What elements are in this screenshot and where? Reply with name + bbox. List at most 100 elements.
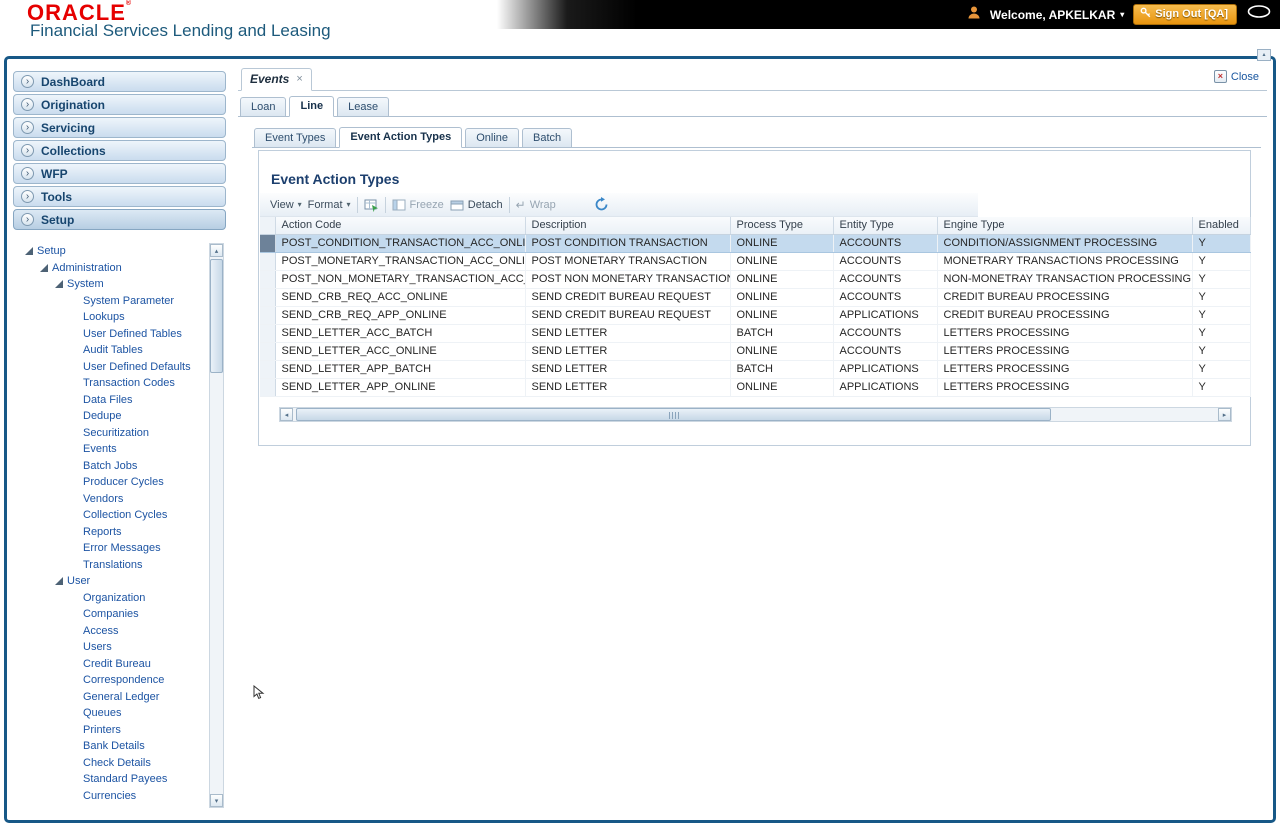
tree-item[interactable]: Error Messages bbox=[21, 540, 204, 557]
sidebar-menu-item[interactable]: › Tools bbox=[13, 186, 226, 207]
tree-item[interactable]: Transaction Codes bbox=[21, 375, 204, 392]
row-selector[interactable] bbox=[260, 306, 276, 325]
tree-item[interactable]: System Parameter bbox=[21, 293, 204, 310]
tree-item[interactable]: Access bbox=[21, 623, 204, 640]
table-row[interactable]: SEND_LETTER_APP_BATCH SEND LETTER BATCH … bbox=[260, 360, 1251, 379]
table-row[interactable]: POST_MONETARY_TRANSACTION_ACC_ONLINE POS… bbox=[260, 252, 1251, 271]
tree-item[interactable]: Data Files bbox=[21, 392, 204, 409]
tree-item[interactable]: Correspondence bbox=[21, 672, 204, 689]
tree-item[interactable]: Administration bbox=[21, 260, 204, 277]
row-selector[interactable] bbox=[260, 234, 276, 253]
sub-tab[interactable]: Online bbox=[465, 128, 519, 148]
tree-node-link[interactable]: Dedupe bbox=[83, 410, 122, 422]
tree-node-link[interactable]: User bbox=[67, 575, 90, 587]
tree-node-link[interactable]: General Ledger bbox=[83, 691, 159, 703]
tree-item[interactable]: General Ledger bbox=[21, 689, 204, 706]
tree-node-link[interactable]: Credit Bureau bbox=[83, 658, 151, 670]
table-row[interactable]: SEND_LETTER_ACC_BATCH SEND LETTER BATCH … bbox=[260, 324, 1251, 343]
expand-icon[interactable] bbox=[25, 247, 33, 256]
tree-item[interactable]: Companies bbox=[21, 606, 204, 623]
detach-button[interactable]: Detach bbox=[450, 198, 503, 212]
tree-node-link[interactable]: Vendors bbox=[83, 493, 123, 505]
tree-node-link[interactable]: Correspondence bbox=[83, 674, 164, 686]
tree-item[interactable]: Organization bbox=[21, 590, 204, 607]
sub-tab[interactable]: Event Action Types bbox=[339, 127, 463, 148]
scroll-down-icon[interactable]: ▾ bbox=[210, 794, 223, 807]
tree-item[interactable]: System bbox=[21, 276, 204, 293]
sidebar-menu-item[interactable]: › Setup bbox=[13, 209, 226, 230]
wrap-button[interactable]: ↵ Wrap bbox=[516, 198, 556, 212]
table-row[interactable]: POST_CONDITION_TRANSACTION_ACC_ONLINE PO… bbox=[260, 234, 1251, 253]
sidebar-menu-item[interactable]: › Collections bbox=[13, 140, 226, 161]
tree-node-link[interactable]: Access bbox=[83, 625, 118, 637]
table-row[interactable]: SEND_LETTER_ACC_ONLINE SEND LETTER ONLIN… bbox=[260, 342, 1251, 361]
scroll-up-icon[interactable]: ▴ bbox=[210, 244, 223, 257]
sidebar-scrollbar[interactable]: ▴ ▾ bbox=[209, 243, 224, 808]
table-horizontal-scrollbar[interactable]: ◂ ▸ bbox=[279, 407, 1232, 422]
tree-node-link[interactable]: Standard Payees bbox=[83, 773, 167, 785]
scrollbar-thumb[interactable] bbox=[296, 408, 1051, 421]
tree-item[interactable]: User Defined Tables bbox=[21, 326, 204, 343]
tree-item[interactable]: User Defined Defaults bbox=[21, 359, 204, 376]
tree-node-link[interactable]: Queues bbox=[83, 707, 122, 719]
tree-item[interactable]: Setup bbox=[21, 243, 204, 260]
tree-item[interactable]: Reports bbox=[21, 524, 204, 541]
expand-icon[interactable] bbox=[55, 280, 63, 289]
expand-icon[interactable] bbox=[40, 263, 48, 272]
tree-item[interactable]: Batch Jobs bbox=[21, 458, 204, 475]
tree-node-link[interactable]: Currencies bbox=[83, 790, 136, 802]
tree-node-link[interactable]: Companies bbox=[83, 608, 139, 620]
table-row[interactable]: SEND_CRB_REQ_APP_ONLINE SEND CREDIT BURE… bbox=[260, 306, 1251, 325]
tree-item[interactable]: Producer Cycles bbox=[21, 474, 204, 491]
tree-node-link[interactable]: Printers bbox=[83, 724, 121, 736]
sidebar-menu-item[interactable]: › DashBoard bbox=[13, 71, 226, 92]
tree-node-link[interactable]: Setup bbox=[37, 245, 66, 257]
tree-node-link[interactable]: Administration bbox=[52, 262, 122, 274]
tree-item[interactable]: Events bbox=[21, 441, 204, 458]
tree-node-link[interactable]: Translations bbox=[83, 559, 143, 571]
tree-node-link[interactable]: Events bbox=[83, 443, 117, 455]
tree-node-link[interactable]: Reports bbox=[83, 526, 122, 538]
chat-bubble-icon[interactable] bbox=[1246, 4, 1272, 25]
tree-item[interactable]: Lookups bbox=[21, 309, 204, 326]
tree-item[interactable]: Credit Bureau bbox=[21, 656, 204, 673]
view-menu-button[interactable]: View ▾ bbox=[270, 199, 302, 211]
tree-node-link[interactable]: Users bbox=[83, 641, 112, 653]
tree-node-link[interactable]: Audit Tables bbox=[83, 344, 143, 356]
table-row[interactable]: SEND_CRB_REQ_ACC_ONLINE SEND CREDIT BURE… bbox=[260, 288, 1251, 307]
product-tab[interactable]: Loan bbox=[240, 97, 287, 117]
row-selector[interactable] bbox=[260, 288, 276, 307]
tree-item[interactable]: Securitization bbox=[21, 425, 204, 442]
close-button[interactable]: × Close bbox=[1213, 70, 1259, 83]
scroll-right-icon[interactable]: ▸ bbox=[1218, 408, 1231, 421]
tree-node-link[interactable]: System Parameter bbox=[83, 295, 174, 307]
tree-node-link[interactable]: Check Details bbox=[83, 757, 151, 769]
tab-events[interactable]: Events × bbox=[241, 68, 312, 91]
tree-item[interactable]: Currencies bbox=[21, 788, 204, 805]
scroll-left-icon[interactable]: ◂ bbox=[280, 408, 293, 421]
tree-item[interactable]: Vendors bbox=[21, 491, 204, 508]
row-selector[interactable] bbox=[260, 360, 276, 379]
tree-node-link[interactable]: User Defined Defaults bbox=[83, 361, 191, 373]
tree-item[interactable]: Check Details bbox=[21, 755, 204, 772]
row-selector[interactable] bbox=[260, 324, 276, 343]
product-tab[interactable]: Line bbox=[289, 96, 335, 117]
tree-node-link[interactable]: Transaction Codes bbox=[83, 377, 175, 389]
tree-item[interactable]: User bbox=[21, 573, 204, 590]
tree-node-link[interactable]: Producer Cycles bbox=[83, 476, 164, 488]
sub-tab[interactable]: Event Types bbox=[254, 128, 337, 148]
row-selector[interactable] bbox=[260, 270, 276, 289]
tree-item[interactable]: Printers bbox=[21, 722, 204, 739]
page-scroll-up-icon[interactable]: ▴ bbox=[1257, 49, 1271, 61]
welcome-menu[interactable]: Welcome, APKELKAR ▾ bbox=[990, 8, 1124, 22]
tree-node-link[interactable]: Data Files bbox=[83, 394, 133, 406]
tree-node-link[interactable]: Securitization bbox=[83, 427, 149, 439]
tree-item[interactable]: Translations bbox=[21, 557, 204, 574]
tree-item[interactable]: Queues bbox=[21, 705, 204, 722]
tree-node-link[interactable]: Error Messages bbox=[83, 542, 161, 554]
tree-node-link[interactable]: Lookups bbox=[83, 311, 125, 323]
tree-item[interactable]: Users bbox=[21, 639, 204, 656]
row-selector[interactable] bbox=[260, 252, 276, 271]
row-selector[interactable] bbox=[260, 378, 276, 397]
tab-close-icon[interactable]: × bbox=[296, 73, 302, 85]
